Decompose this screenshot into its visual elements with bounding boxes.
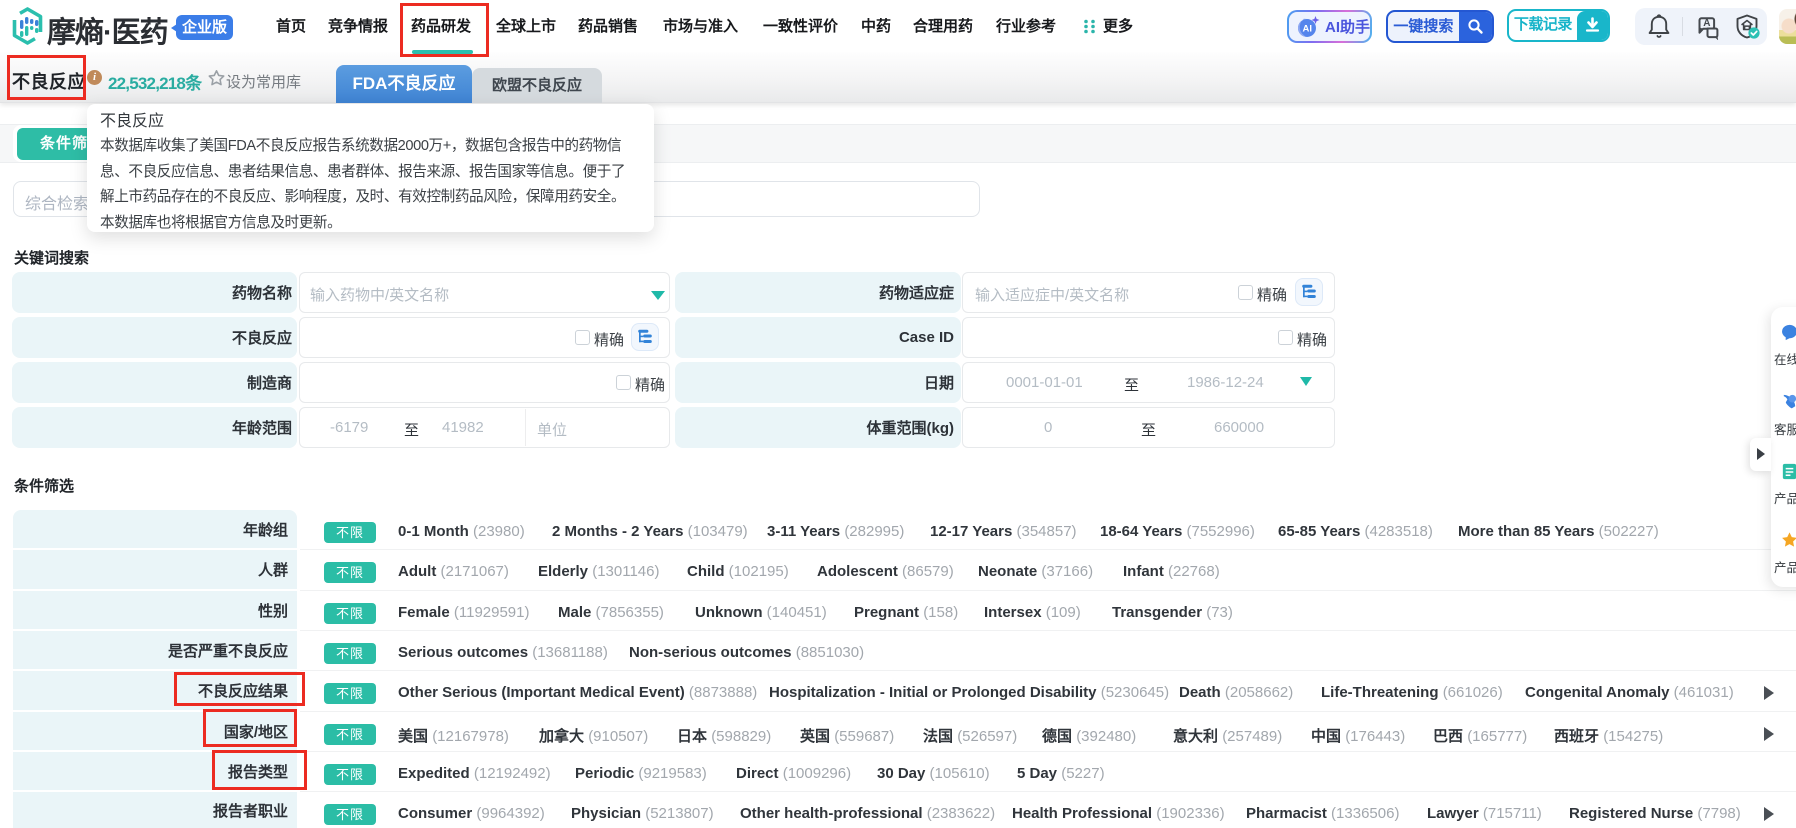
svg-text:A: A [1703, 18, 1710, 29]
svg-text:AI: AI [1302, 23, 1312, 34]
